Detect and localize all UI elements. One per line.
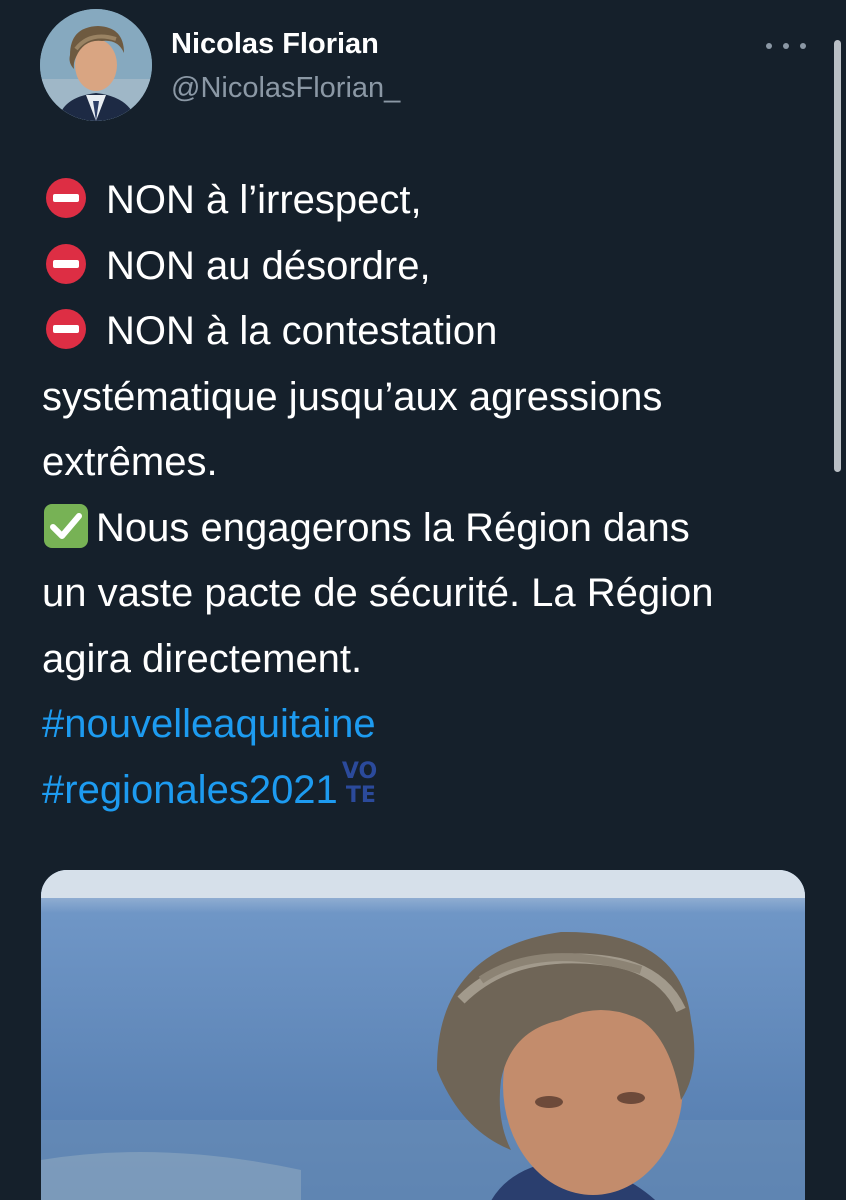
more-horizontal-icon-dot xyxy=(800,43,806,49)
tweet-line: NON à l’irrespect, xyxy=(42,168,822,234)
tweet-line-text: extrêmes. xyxy=(42,440,218,484)
tweet-screen: Nicolas Florian @NicolasFlorian_ NON à l… xyxy=(0,0,846,1200)
hashtag-link[interactable]: #nouvelleaquitaine xyxy=(42,702,376,746)
tweet-text: NON à l’irrespect, NON au désordre, NON … xyxy=(42,168,822,823)
tweet-line: NON à la contestation xyxy=(42,299,822,365)
tweet-line-text: NON à l’irrespect, xyxy=(106,178,422,222)
hashtag-line: #regionales2021 VO TE xyxy=(42,758,822,824)
avatar-image xyxy=(40,9,152,121)
tweet-line: agira directement. xyxy=(42,627,822,693)
tweet-line: Nous engagerons la Région dans xyxy=(42,496,822,562)
no-entry-icon xyxy=(46,243,86,284)
no-entry-icon xyxy=(46,309,86,349)
check-mark-button-icon xyxy=(44,503,88,548)
avatar[interactable] xyxy=(40,9,152,121)
media-photo-image xyxy=(41,870,805,1200)
tweet-line-text: agira directement. xyxy=(42,636,363,681)
tweet-line: NON au désordre, xyxy=(42,234,822,300)
author-name[interactable]: Nicolas Florian xyxy=(171,28,379,61)
tweet-line: un vaste pacte de sécurité. La Région xyxy=(42,561,822,627)
tweet-line: extrêmes. xyxy=(42,430,822,496)
tweet-line-text: un vaste pacte de sécurité. La Région xyxy=(42,571,714,615)
author-handle[interactable]: @NicolasFlorian_ xyxy=(171,72,400,105)
hashtag-line: #nouvelleaquitaine xyxy=(42,692,822,758)
tweet-line-text: Nous engagerons la Région dans xyxy=(96,505,690,550)
vote-icon-top: VO xyxy=(341,758,378,784)
more-horizontal-icon-dot xyxy=(783,43,789,49)
vote-icon-bottom: TE xyxy=(345,782,376,808)
tweet-line-text: NON à la contestation xyxy=(106,309,498,353)
no-entry-icon xyxy=(46,178,86,218)
hashtag-link[interactable]: #regionales2021 xyxy=(42,768,338,812)
tweet-line-text: NON au désordre, xyxy=(106,243,431,288)
vote-icon: VO TE xyxy=(341,758,386,809)
tweet-line-text: systématique jusqu’aux agressions xyxy=(42,374,663,419)
scrollbar[interactable] xyxy=(834,40,841,472)
more-options-button[interactable] xyxy=(766,36,806,56)
tweet-media-photo[interactable] xyxy=(41,870,805,1200)
tweet-line: systématique jusqu’aux agressions xyxy=(42,365,822,431)
more-horizontal-icon xyxy=(766,43,772,49)
